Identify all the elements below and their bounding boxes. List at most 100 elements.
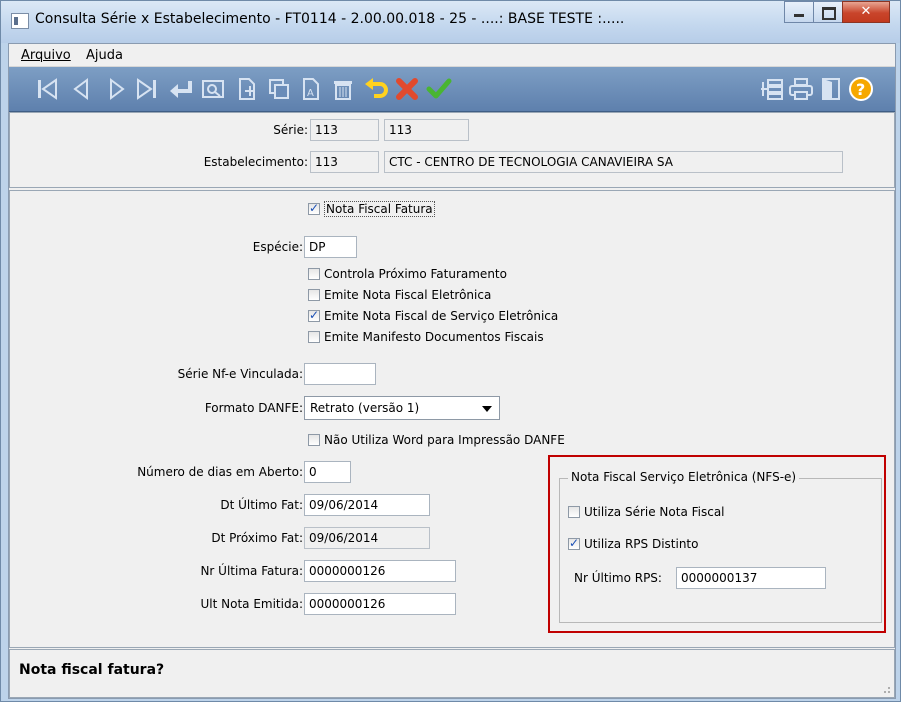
check-emite-nfe[interactable]: Emite Nota Fiscal Eletrônica	[308, 288, 491, 302]
next-record-icon	[110, 78, 125, 100]
delete-button[interactable]	[329, 75, 357, 103]
dt-ultimo-fat-field[interactable]: 09/06/2014	[304, 494, 430, 516]
serie-code-field[interactable]: 113	[310, 119, 379, 141]
new-button[interactable]	[233, 75, 261, 103]
first-record-button[interactable]	[33, 75, 61, 103]
menu-arquivo-label: Arquivo	[21, 48, 71, 63]
nr-ultima-fatura-label: Nr Última Fatura:	[200, 564, 303, 578]
next-record-button[interactable]	[103, 75, 131, 103]
check-controla-proximo[interactable]: Controla Próximo Faturamento	[308, 267, 507, 281]
check-box[interactable]	[568, 536, 580, 550]
close-button[interactable]: ✕	[842, 1, 890, 23]
utiliza-serie-label: Utiliza Série Nota Fiscal	[584, 505, 725, 519]
check-box[interactable]	[308, 434, 320, 446]
formato-danfe-select[interactable]: Retrato (versão 1)	[304, 396, 500, 420]
client-area: Arquivo Ajuda A ? Série: 113 113 Estabel…	[8, 43, 896, 699]
nota-fiscal-fatura-checkbox[interactable]: Nota Fiscal Fatura	[308, 201, 435, 217]
help-button[interactable]: ?	[847, 75, 875, 103]
check-emite-manifesto[interactable]: Emite Manifesto Documentos Fiscais	[308, 330, 544, 344]
serie-nfe-field[interactable]	[304, 363, 376, 385]
cancel-button[interactable]	[393, 75, 421, 103]
nr-ultimo-rps-label: Nr Último RPS:	[574, 571, 662, 585]
especie-label: Espécie:	[252, 240, 303, 254]
svg-text:A: A	[307, 88, 314, 99]
trash-icon	[334, 81, 352, 100]
window-title: Consulta Série x Estabelecimento - FT011…	[35, 11, 625, 27]
formato-danfe-value: Retrato (versão 1)	[310, 401, 420, 415]
status-bar: Nota fiscal fatura?	[9, 649, 895, 698]
copy-button[interactable]	[265, 75, 293, 103]
check-box[interactable]	[568, 506, 580, 518]
title-bar: Consulta Série x Estabelecimento - FT011…	[1, 1, 900, 43]
check-box[interactable]	[308, 268, 320, 280]
estab-desc-field[interactable]: CTC - CENTRO DE TECNOLOGIA CANAVIEIRA SA	[384, 151, 843, 173]
edit-button[interactable]: A	[297, 75, 325, 103]
print-button[interactable]	[787, 75, 815, 103]
nota-fiscal-fatura-label: Nota Fiscal Fatura	[324, 201, 435, 217]
first-record-icon	[38, 78, 57, 100]
estabelecimento-label: Estabelecimento:	[203, 155, 308, 169]
last-record-icon	[137, 78, 156, 100]
dt-proximo-fat-field[interactable]: 09/06/2014	[304, 527, 430, 549]
serie-label: Série:	[273, 123, 308, 137]
check-box[interactable]	[308, 289, 320, 301]
chevron-down-icon	[482, 406, 492, 412]
undo-icon	[365, 78, 388, 98]
nao-utiliza-word-checkbox[interactable]: Não Utiliza Word para Impressão DANFE	[308, 433, 565, 447]
check-label: Emite Nota Fiscal de Serviço Eletrônica	[324, 309, 559, 323]
status-text: Nota fiscal fatura?	[19, 662, 165, 678]
edit-document-icon: A	[303, 78, 319, 100]
menu-ajuda-label: Ajuda	[86, 48, 123, 63]
check-label: Emite Manifesto Documentos Fiscais	[324, 330, 544, 344]
previous-record-icon	[73, 78, 88, 100]
last-record-button[interactable]	[133, 75, 161, 103]
header-panel: Série: 113 113 Estabelecimento: 113 CTC …	[9, 112, 895, 188]
dt-ultimo-fat-label: Dt Último Fat:	[220, 498, 303, 512]
check-label: Emite Nota Fiscal Eletrônica	[324, 288, 492, 302]
exit-button[interactable]	[817, 75, 845, 103]
check-box[interactable]	[308, 308, 320, 322]
search-button[interactable]	[199, 75, 227, 103]
undo-button[interactable]	[363, 75, 391, 103]
formato-danfe-label: Formato DANFE:	[204, 401, 303, 415]
nfse-groupbox-title: Nota Fiscal Serviço Eletrônica (NFS-e)	[568, 470, 800, 484]
confirm-button[interactable]	[425, 75, 453, 103]
utiliza-rps-checkbox[interactable]: Utiliza RPS Distinto	[568, 536, 699, 551]
dias-aberto-field[interactable]: 0	[304, 461, 351, 483]
return-arrow-icon	[170, 81, 192, 98]
check-box[interactable]	[308, 331, 320, 343]
search-icon	[202, 80, 224, 98]
goto-button[interactable]	[167, 75, 195, 103]
check-emite-nfse[interactable]: Emite Nota Fiscal de Serviço Eletrônica	[308, 308, 559, 323]
estab-code-field[interactable]: 113	[310, 151, 379, 173]
utiliza-rps-label: Utiliza RPS Distinto	[584, 537, 699, 551]
menu-arquivo[interactable]: Arquivo	[21, 48, 71, 63]
maximize-button[interactable]	[813, 1, 843, 23]
previous-record-button[interactable]	[67, 75, 95, 103]
window-controls: ✕	[784, 1, 890, 23]
resize-grip-icon[interactable]	[881, 684, 891, 694]
minimize-icon	[794, 14, 804, 17]
ult-nota-emitida-field[interactable]: 0000000126	[304, 593, 456, 615]
ult-nota-emitida-label: Ult Nota Emitida:	[200, 597, 304, 611]
copy-icon	[269, 79, 289, 99]
serie-nfe-label: Série Nf-e Vinculada:	[177, 367, 303, 381]
check-label: Controla Próximo Faturamento	[324, 267, 507, 281]
app-icon	[11, 13, 29, 29]
nr-ultimo-rps-field[interactable]: 0000000137	[676, 567, 826, 589]
app-window: Consulta Série x Estabelecimento - FT011…	[0, 0, 901, 702]
exit-door-icon	[822, 78, 840, 100]
tree-button[interactable]	[757, 75, 785, 103]
minimize-button[interactable]	[784, 1, 814, 23]
menu-bar: Arquivo Ajuda	[9, 44, 895, 67]
new-document-icon	[239, 78, 255, 100]
nr-ultima-fatura-field[interactable]: 0000000126	[304, 560, 456, 582]
checkmark-icon	[426, 78, 452, 99]
serie-desc-field[interactable]: 113	[384, 119, 469, 141]
especie-field[interactable]: DP	[304, 236, 357, 258]
nota-fiscal-fatura-check[interactable]	[308, 201, 320, 215]
menu-ajuda[interactable]: Ajuda	[86, 48, 123, 63]
utiliza-serie-checkbox[interactable]: Utiliza Série Nota Fiscal	[568, 505, 725, 519]
cancel-x-icon	[396, 78, 418, 100]
nao-utiliza-word-label: Não Utiliza Word para Impressão DANFE	[324, 433, 565, 447]
